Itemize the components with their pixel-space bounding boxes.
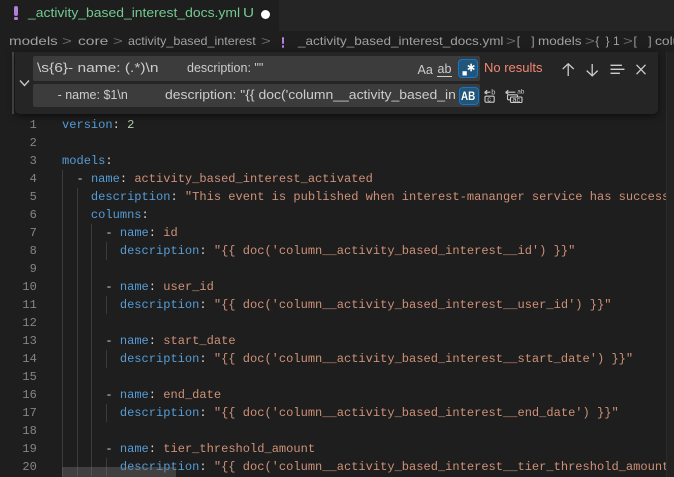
svg-text:b: b — [491, 89, 495, 97]
svg-text:c: c — [487, 94, 491, 103]
svg-text:ac: ac — [512, 95, 520, 103]
